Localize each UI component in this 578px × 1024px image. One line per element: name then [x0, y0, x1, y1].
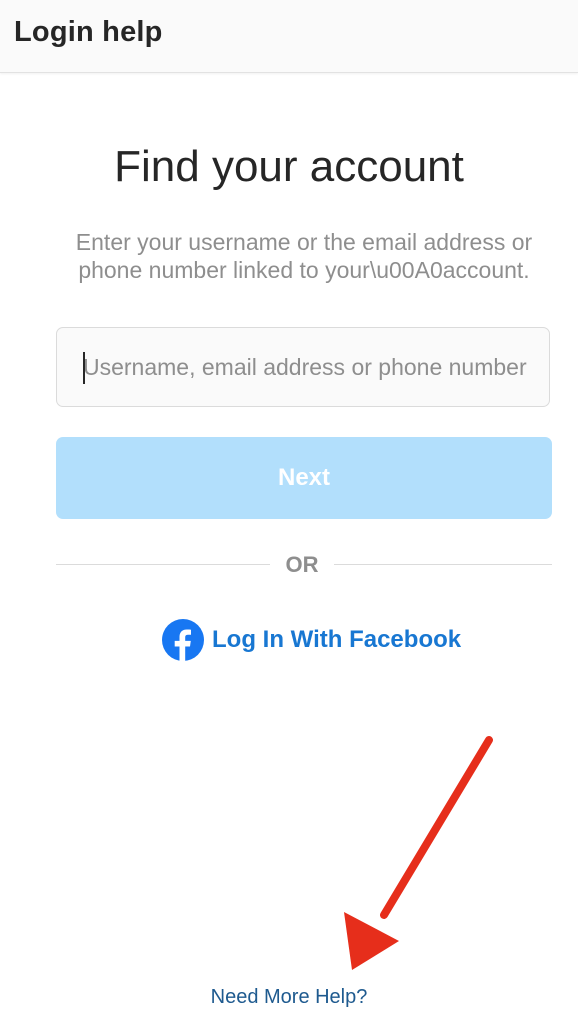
top-bar: Login help — [0, 0, 578, 73]
facebook-login-button[interactable]: Log In With Facebook — [162, 618, 461, 662]
facebook-login-label: Log In With Facebook — [212, 626, 462, 653]
instructions-text: Enter your username or the email address… — [75, 229, 533, 283]
need-more-help-link[interactable]: Need More Help? — [0, 986, 578, 1009]
divider-line-left — [56, 564, 270, 565]
page-title: Find your account — [114, 142, 464, 191]
text-cursor — [83, 352, 85, 384]
account-identifier-field[interactable] — [56, 327, 550, 407]
header-title: Login help — [14, 16, 163, 48]
or-divider: OR — [56, 550, 552, 580]
or-label: OR — [285, 552, 319, 577]
facebook-icon — [162, 619, 204, 661]
account-identifier-input[interactable] — [83, 328, 527, 406]
next-button[interactable]: Next — [56, 437, 552, 519]
divider-line-right — [334, 564, 552, 565]
